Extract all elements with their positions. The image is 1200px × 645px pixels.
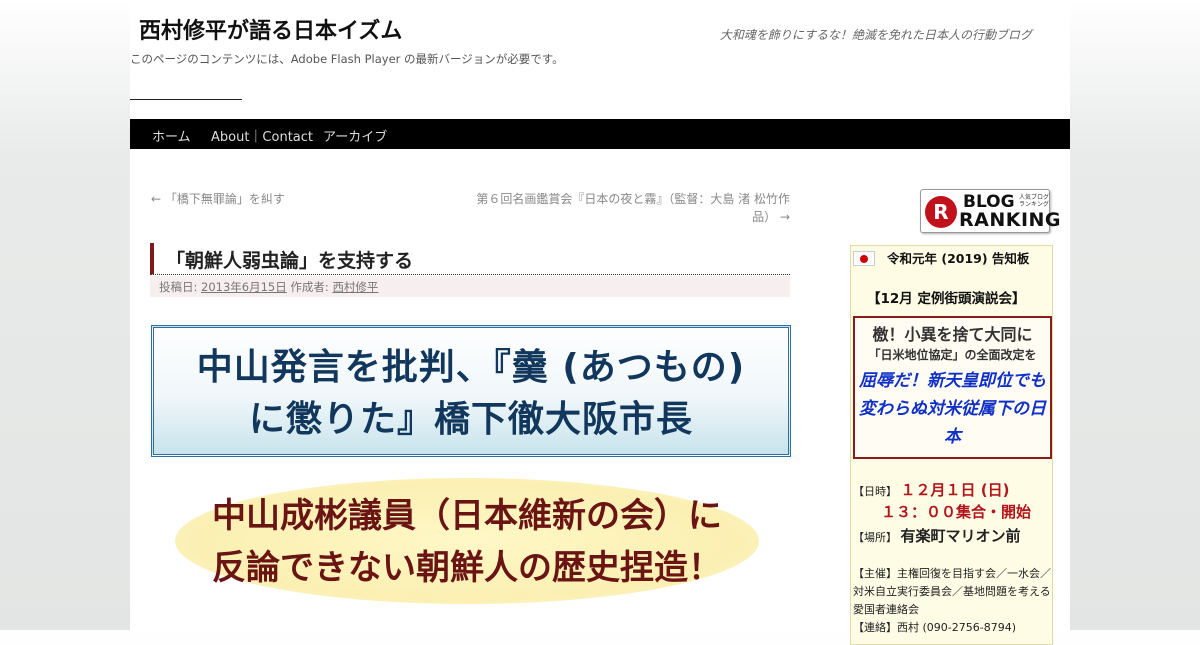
post-title: 「朝鮮人弱虫論」を支持する bbox=[150, 243, 790, 275]
event-time-row: １３：００集合・開始 bbox=[881, 501, 1031, 522]
place-label: 【場所】 bbox=[853, 531, 897, 544]
slogan-1: 檄！小異を捨て大同に bbox=[872, 325, 1033, 344]
event-place: 有楽町マリオン前 bbox=[900, 527, 1021, 545]
japan-flag-icon bbox=[853, 251, 875, 266]
site-title[interactable]: 西村修平が語る日本イズム bbox=[139, 13, 402, 45]
main-nav: ホーム About｜Contact アーカイブ bbox=[130, 119, 1070, 149]
site-tagline: 大和魂を飾りにするな！絶滅を免れた日本人の行動ブログ bbox=[719, 28, 1032, 42]
previous-post-link[interactable]: ← 「橋下無罪論」を糾す bbox=[151, 190, 285, 208]
post-author-link[interactable]: 西村修平 bbox=[332, 280, 378, 294]
flash-player-notice: このページのコンテンツには、Adobe Flash Player の最新バージョ… bbox=[130, 52, 564, 66]
post-meta: 投稿日: 2013年6月15日 作成者: 西村修平 bbox=[150, 276, 790, 297]
sidebar-notice-board: 令和元年 (2019) 告知板 【12月 定例街頭演説会】 檄！小異を捨て大同に… bbox=[850, 245, 1053, 645]
event-slogan-box: 檄！小異を捨て大同に 「日米地位協定」の全面改定を 屈辱だ！新天皇即位でも変わら… bbox=[853, 316, 1052, 459]
subheadline-oval-image: 中山成彬議員（日本維新の会）に 反論できない朝鮮人の歴史捏造！ bbox=[175, 478, 759, 604]
oval-line-2: 反論できない朝鮮人の歴史捏造！ bbox=[212, 548, 722, 588]
nav-archive[interactable]: アーカイブ bbox=[323, 126, 387, 145]
page-container: 西村修平が語る日本イズム 大和魂を飾りにするな！絶滅を免れた日本人の行動ブログ … bbox=[130, 0, 1070, 645]
headline-banner-image: 中山発言を批判、『羹 (あつもの) に懲りた』橋下徹大阪市長 bbox=[151, 325, 791, 457]
event-time: １３：００集合・開始 bbox=[881, 503, 1032, 521]
nav-home[interactable]: ホーム bbox=[152, 126, 191, 145]
post-date-link[interactable]: 2013年6月15日 bbox=[201, 280, 287, 294]
notice-board-title: 令和元年 (2019) 告知板 bbox=[887, 251, 1030, 266]
header-divider bbox=[130, 99, 242, 100]
event-place-row: 【場所】 有楽町マリオン前 bbox=[853, 525, 1021, 546]
nav-about-contact[interactable]: About｜Contact bbox=[211, 126, 313, 145]
ranking-text: RANKING bbox=[959, 209, 1062, 231]
slogan-2: 「日米地位協定」の全面改定を bbox=[868, 348, 1037, 362]
event-title: 【12月 定例街頭演説会】 bbox=[867, 291, 1026, 307]
banner-line-2: に懲りた』橋下徹大阪市長 bbox=[248, 399, 693, 440]
oval-line-1: 中山成彬議員（日本維新の会）に bbox=[212, 496, 722, 536]
slogan-3: 屈辱だ！新天皇即位でも変わらぬ対米従属下の日本 bbox=[859, 371, 1046, 447]
event-date-row: 【日時】 １２月１日 (日) bbox=[853, 479, 1009, 500]
event-contact: 【連絡】西村 (090-2756-8794) bbox=[853, 621, 1017, 634]
ranking-logo-icon: R bbox=[925, 196, 957, 228]
meta-date-prefix: 投稿日: bbox=[159, 280, 198, 294]
ranking-small-text: 人気ブログランキング bbox=[1019, 194, 1050, 208]
blog-ranking-banner[interactable]: R BLOG 人気ブログランキング RANKING bbox=[920, 189, 1061, 233]
meta-author-prefix: 作成者: bbox=[290, 280, 329, 294]
event-date: １２月１日 (日) bbox=[900, 481, 1010, 499]
date-label: 【日時】 bbox=[853, 485, 897, 498]
banner-line-1: 中山発言を批判、『羹 (あつもの) bbox=[196, 347, 746, 388]
event-organizer: 【主催】主権回復を目指す会／一水会／対米自立実行委員会／基地問題を考える愛国者連… bbox=[853, 567, 1051, 616]
next-post-link[interactable]: 第６回名画鑑賞会『日本の夜と霧』（監督：大島 渚 松竹作品） → bbox=[460, 190, 790, 226]
